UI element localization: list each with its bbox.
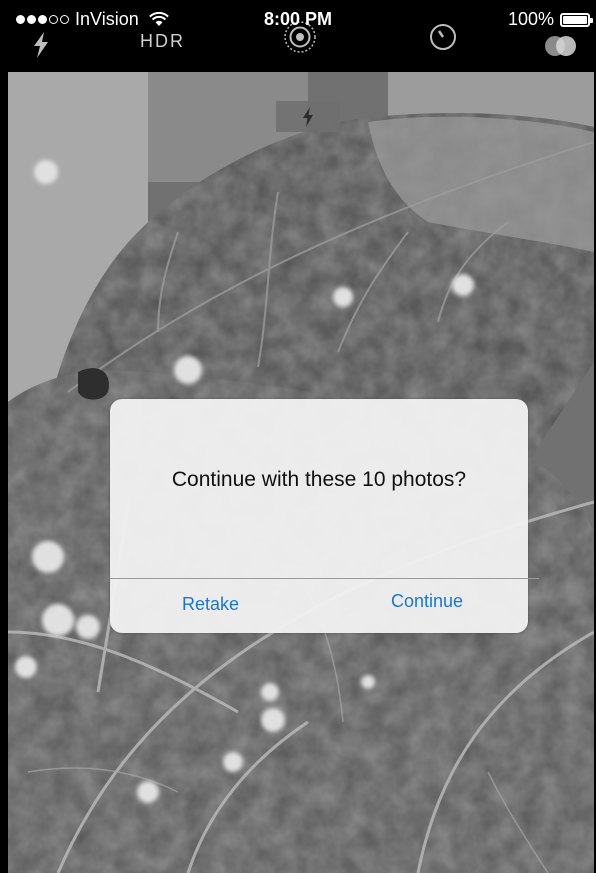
lightning-bolt-icon: [303, 106, 313, 127]
status-right: 100%: [507, 9, 593, 30]
flash-indicator[interactable]: [276, 101, 340, 132]
alert-divider: [110, 578, 539, 579]
status-bar: InVision 8:00 PM 100%: [0, 0, 596, 40]
battery-icon: [560, 12, 593, 27]
retake-button[interactable]: Retake: [182, 594, 239, 615]
status-time: 8:00 PM: [263, 9, 333, 29]
alert-message: Continue with these 10 photos?: [171, 468, 467, 491]
battery-percent: 100%: [507, 9, 554, 29]
battery-level-fill: [563, 15, 587, 24]
continue-button[interactable]: Continue: [391, 591, 463, 612]
confirm-photos-alert: Continue with these 10 photos? Retake Co…: [110, 399, 539, 633]
camera-screen: InVision 8:00 PM 100% HDR Continue with …: [0, 0, 596, 873]
